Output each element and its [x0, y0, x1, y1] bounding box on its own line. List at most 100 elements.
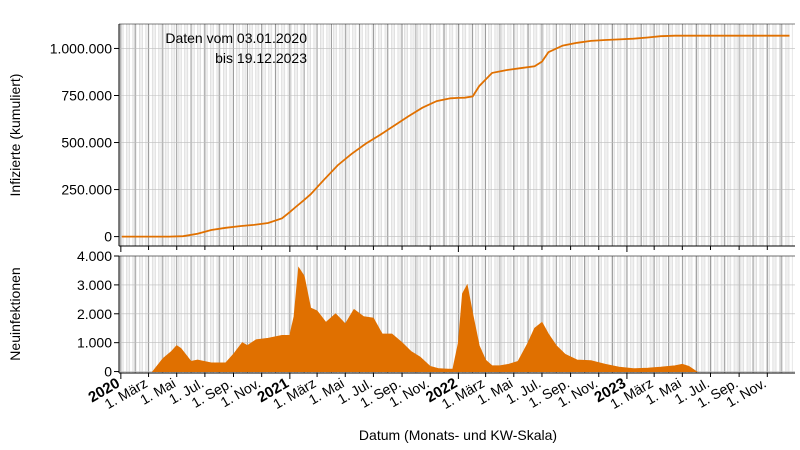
week-stripe [669, 24, 673, 246]
week-stripe [617, 256, 621, 373]
week-stripe [746, 256, 751, 373]
week-stripe [203, 24, 208, 246]
week-stripe [191, 24, 195, 246]
week-stripe [430, 256, 434, 373]
week-stripe [197, 256, 201, 373]
week-stripe [346, 24, 350, 246]
week-stripe [701, 24, 705, 246]
week-stripe [740, 24, 744, 246]
week-stripe [430, 24, 434, 246]
week-stripe [481, 24, 486, 246]
week-stripe [740, 256, 744, 373]
week-stripe [572, 256, 576, 373]
week-stripe [656, 256, 660, 373]
week-stripe [365, 24, 369, 246]
week-stripe [591, 256, 596, 373]
week-stripe [766, 24, 770, 246]
week-stripe [326, 24, 331, 246]
y-tick-label: 750.000 [61, 87, 112, 103]
week-stripe [650, 24, 654, 246]
week-stripe [682, 24, 686, 246]
week-stripe [494, 256, 499, 373]
week-stripe [721, 24, 725, 246]
week-stripe [565, 24, 570, 246]
week-stripe [119, 24, 124, 246]
week-stripe [404, 24, 408, 246]
week-stripe [591, 24, 596, 246]
week-stripe [223, 256, 227, 373]
week-stripe [785, 24, 789, 246]
week-stripe [475, 24, 479, 246]
week-stripe [688, 24, 693, 246]
week-stripe [578, 256, 583, 373]
week-stripe [662, 24, 667, 246]
week-stripe [772, 24, 777, 246]
week-stripe [119, 256, 124, 373]
week-stripe [397, 24, 402, 246]
week-stripe [520, 24, 524, 246]
week-stripe [727, 24, 731, 246]
y-tick-label: 0 [104, 229, 112, 245]
week-stripe [553, 24, 557, 246]
week-stripe [313, 24, 318, 246]
week-stripe [559, 24, 563, 246]
week-stripe [766, 256, 770, 373]
week-stripe [165, 24, 169, 246]
week-stripe [139, 24, 143, 246]
week-stripe [759, 256, 764, 373]
week-stripe [585, 24, 589, 246]
week-stripe [210, 256, 214, 373]
week-stripe [643, 24, 647, 246]
week-stripe [662, 256, 667, 373]
week-stripe [753, 24, 757, 246]
week-stripe [682, 256, 686, 373]
week-stripe [126, 256, 130, 373]
week-stripe [637, 24, 641, 246]
bottom-ylabel: Neuinfektionen [7, 267, 23, 360]
y-tick-label: 3.000 [77, 277, 112, 293]
week-stripe [643, 256, 647, 373]
week-stripe [462, 24, 466, 246]
week-stripe [617, 24, 621, 246]
week-stripe [423, 256, 427, 373]
week-stripe [456, 24, 460, 246]
week-stripe [675, 256, 680, 373]
y-tick-label: 1.000 [77, 335, 112, 351]
week-stripe [417, 24, 421, 246]
week-stripe [714, 256, 718, 373]
week-stripe [488, 256, 492, 373]
week-stripe [443, 24, 447, 246]
y-tick-label: 4.000 [77, 248, 112, 264]
week-stripe [708, 256, 712, 373]
week-stripe [675, 24, 680, 246]
week-stripe [785, 256, 789, 373]
week-stripe [772, 256, 777, 373]
week-stripe [669, 256, 673, 373]
week-stripe [688, 256, 693, 373]
week-stripe [630, 24, 634, 246]
week-stripe [436, 256, 440, 373]
week-stripe [708, 24, 712, 246]
week-stripe [443, 256, 447, 373]
week-stripe [423, 24, 427, 246]
week-stripe [734, 256, 738, 373]
week-stripe [527, 24, 531, 246]
y-tick-label: 500.000 [61, 135, 112, 151]
top-ylabel: Infizierte (kumuliert) [7, 74, 23, 197]
week-stripe [701, 256, 705, 373]
week-stripe [449, 24, 453, 246]
week-stripe [507, 24, 512, 246]
week-stripe [352, 24, 356, 246]
y-tick-label: 1.000.000 [50, 40, 112, 56]
week-stripe [307, 24, 311, 246]
week-stripe [171, 24, 175, 246]
y-tick-label: 2.000 [77, 306, 112, 322]
week-stripe [727, 256, 731, 373]
week-stripe [449, 256, 453, 373]
week-stripe [197, 24, 201, 246]
week-stripe [572, 24, 576, 246]
week-stripe [507, 256, 512, 373]
week-stripe [637, 256, 641, 373]
week-stripe [501, 256, 505, 373]
week-stripe [721, 256, 725, 373]
